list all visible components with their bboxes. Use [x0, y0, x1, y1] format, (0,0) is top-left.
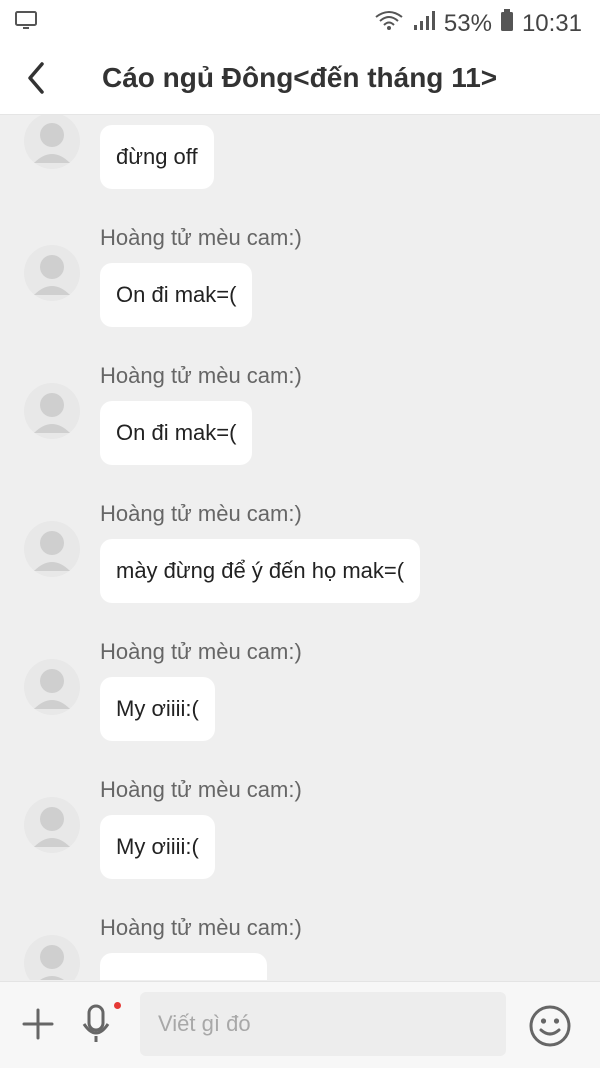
chevron-left-icon	[28, 62, 44, 94]
avatar[interactable]	[22, 795, 82, 855]
message-bubble[interactable]: mày đừng để ý đến họ mak=(	[100, 539, 421, 603]
sender-name: Hoàng tử mèu cam:)	[100, 915, 302, 940]
clock: 10:31	[521, 9, 582, 37]
notification-dot	[114, 1002, 121, 1009]
avatar[interactable]	[22, 381, 82, 441]
chat-header: Cáo ngủ Đông<đến tháng 11>	[0, 44, 600, 115]
avatar[interactable]	[22, 519, 82, 579]
message-bubble[interactable]: My ơiiii:(	[100, 677, 215, 741]
message-bubble[interactable]: On đi mak=(	[100, 263, 253, 327]
back-button[interactable]	[22, 58, 52, 98]
status-right: 53% 10:31	[374, 8, 582, 39]
avatar[interactable]	[22, 657, 82, 717]
signal-icon	[412, 9, 436, 38]
message-bubble[interactable]: đừng off	[100, 125, 214, 189]
sender-name: Hoàng tử mèu cam:)	[100, 639, 302, 664]
emoji-icon	[529, 1005, 571, 1047]
sender-name: Hoàng tử mèu cam:)	[100, 501, 302, 526]
message-input[interactable]	[140, 992, 506, 1056]
screen-icon	[14, 10, 38, 37]
add-button[interactable]	[20, 1006, 56, 1042]
message-bubble[interactable]: On đi mak=(	[100, 401, 253, 465]
microphone-button[interactable]	[80, 1002, 112, 1046]
microphone-icon	[82, 1004, 110, 1042]
sender-name: Hoàng tử mèu cam:)	[100, 225, 302, 250]
sender-name: Hoàng tử mèu cam:)	[100, 777, 302, 802]
status-bar: 53% 10:31	[0, 0, 600, 44]
message-bubble[interactable]: My ơiiii:(	[100, 815, 215, 879]
avatar[interactable]	[22, 243, 82, 303]
plus-icon	[22, 1008, 54, 1040]
message-bubble[interactable]	[100, 953, 267, 980]
avatar[interactable]	[22, 115, 82, 171]
emoji-button[interactable]	[528, 1004, 572, 1048]
sender-name: Hoàng tử mèu cam:)	[100, 363, 302, 388]
battery-percent: 53%	[443, 9, 492, 37]
message-composer	[0, 981, 600, 1068]
battery-icon	[500, 8, 514, 39]
wifi-icon	[374, 9, 404, 38]
message-list[interactable]: đừng off Hoàng tử mèu cam:) On đi mak=( …	[0, 115, 600, 980]
page-title: Cáo ngủ Đông<đến tháng 11>	[102, 62, 498, 93]
avatar[interactable]	[22, 933, 82, 980]
